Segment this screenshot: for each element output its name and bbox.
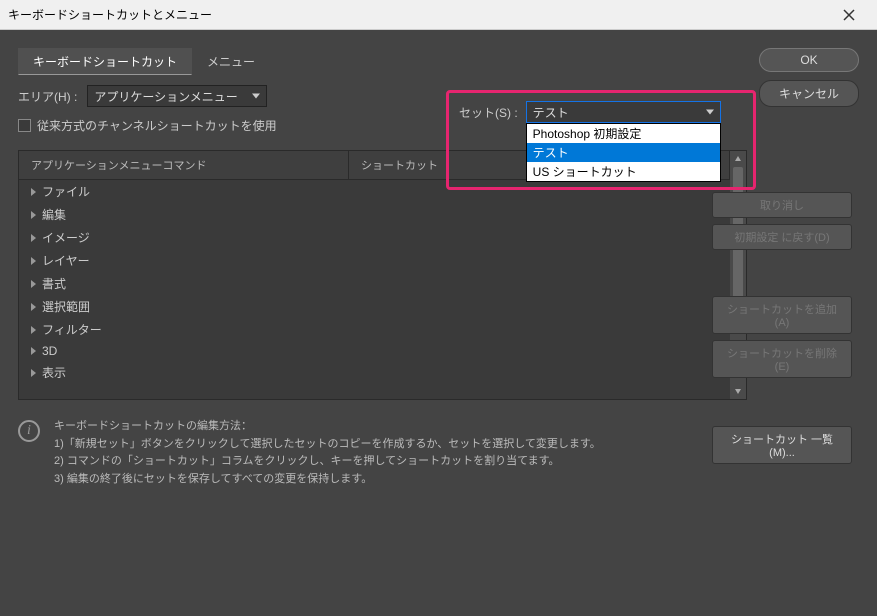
add-shortcut-button[interactable]: ショートカットを追加(A) xyxy=(712,296,852,334)
dialog-title: キーボードショートカットとメニュー xyxy=(8,6,829,23)
chevron-right-icon xyxy=(31,280,36,288)
row-label: ファイル xyxy=(42,183,90,200)
set-label: セット(S) : xyxy=(459,101,518,121)
legacy-checkbox-label: 従来方式のチャンネルショートカットを使用 xyxy=(37,117,277,134)
chevron-right-icon xyxy=(31,347,36,355)
info-text: キーボードショートカットの編集方法： 1)「新規セット」ボタンをクリックして選択… xyxy=(54,418,601,488)
chevron-right-icon xyxy=(31,188,36,196)
legacy-checkbox[interactable] xyxy=(18,119,31,132)
row-label: 選択範囲 xyxy=(42,298,90,315)
info-line: 2) コマンドの「ショートカット」コラムをクリックし、キーを押してショートカット… xyxy=(54,453,601,471)
row-label: 表示 xyxy=(42,364,66,381)
row-label: レイヤー xyxy=(42,252,90,269)
chevron-right-icon xyxy=(31,211,36,219)
table-rows: ファイル 編集 イメージ レイヤー 書式 選択範囲 フィルター 3D 表示 xyxy=(19,180,730,384)
spacer xyxy=(712,256,852,290)
tabs: キーボードショートカット メニュー xyxy=(18,48,747,75)
chevron-right-icon xyxy=(31,303,36,311)
dropdown-item[interactable]: テスト xyxy=(527,143,720,162)
table-row[interactable]: 表示 xyxy=(19,361,730,384)
set-select[interactable]: テスト xyxy=(526,101,721,123)
titlebar: キーボードショートカットとメニュー xyxy=(0,0,877,30)
summary-button[interactable]: ショートカット 一覧(M)... xyxy=(712,426,852,464)
area-select[interactable]: アプリケーションメニュー xyxy=(87,85,267,107)
set-select-wrap: テスト Photoshop 初期設定 テスト US ショートカット xyxy=(526,101,743,123)
row-label: 編集 xyxy=(42,206,66,223)
row-label: 書式 xyxy=(42,275,66,292)
row-label: 3D xyxy=(42,344,57,358)
th-command: アプリケーションメニューコマンド xyxy=(19,151,349,179)
dropdown-item[interactable]: US ショートカット xyxy=(527,162,720,181)
ok-button[interactable]: OK xyxy=(759,48,859,72)
row-label: イメージ xyxy=(42,229,90,246)
set-row: セット(S) : テスト Photoshop 初期設定 テスト US ショートカ… xyxy=(459,101,743,123)
table-row[interactable]: 選択範囲 xyxy=(19,295,730,318)
info-area: i キーボードショートカットの編集方法： 1)「新規セット」ボタンをクリックして… xyxy=(18,418,747,488)
reset-button[interactable]: 初期設定 に戻す(D) xyxy=(712,224,852,250)
info-line: 1)「新規セット」ボタンをクリックして選択したセットのコピーを作成するか、セット… xyxy=(54,436,601,454)
undo-button[interactable]: 取り消し xyxy=(712,192,852,218)
table-row[interactable]: 書式 xyxy=(19,272,730,295)
chevron-right-icon xyxy=(31,326,36,334)
tab-menus[interactable]: メニュー xyxy=(192,48,270,75)
info-icon: i xyxy=(18,420,40,442)
table-row[interactable]: レイヤー xyxy=(19,249,730,272)
side-buttons: 取り消し 初期設定 に戻す(D) ショートカットを追加(A) ショートカットを削… xyxy=(712,192,852,464)
chevron-right-icon xyxy=(31,234,36,242)
area-select-value: アプリケーションメニュー xyxy=(94,90,237,104)
delete-shortcut-button[interactable]: ショートカットを削除(E) xyxy=(712,340,852,378)
chevron-right-icon xyxy=(31,257,36,265)
table-row[interactable]: イメージ xyxy=(19,226,730,249)
tab-shortcuts[interactable]: キーボードショートカット xyxy=(18,48,192,75)
dialog-body: キーボードショートカット メニュー エリア(H) : アプリケーションメニュー … xyxy=(0,30,877,616)
dropdown-item[interactable]: Photoshop 初期設定 xyxy=(527,124,720,143)
close-icon xyxy=(843,9,855,21)
row-label: フィルター xyxy=(42,321,102,338)
info-title: キーボードショートカットの編集方法： xyxy=(54,418,601,436)
close-button[interactable] xyxy=(829,0,869,30)
set-dropdown: Photoshop 初期設定 テスト US ショートカット xyxy=(526,123,721,182)
table-row[interactable]: 編集 xyxy=(19,203,730,226)
area-label: エリア(H) : xyxy=(18,88,77,105)
table-row[interactable]: 3D xyxy=(19,341,730,361)
right-buttons: OK キャンセル xyxy=(759,48,859,107)
chevron-right-icon xyxy=(31,369,36,377)
info-line: 3) 編集の終了後にセットを保存してすべての変更を保持します。 xyxy=(54,471,601,489)
set-select-value: テスト xyxy=(533,106,569,120)
spacer xyxy=(712,384,852,420)
cancel-button[interactable]: キャンセル xyxy=(759,80,859,107)
table-row[interactable]: フィルター xyxy=(19,318,730,341)
set-highlight-area: セット(S) : テスト Photoshop 初期設定 テスト US ショートカ… xyxy=(446,90,756,190)
